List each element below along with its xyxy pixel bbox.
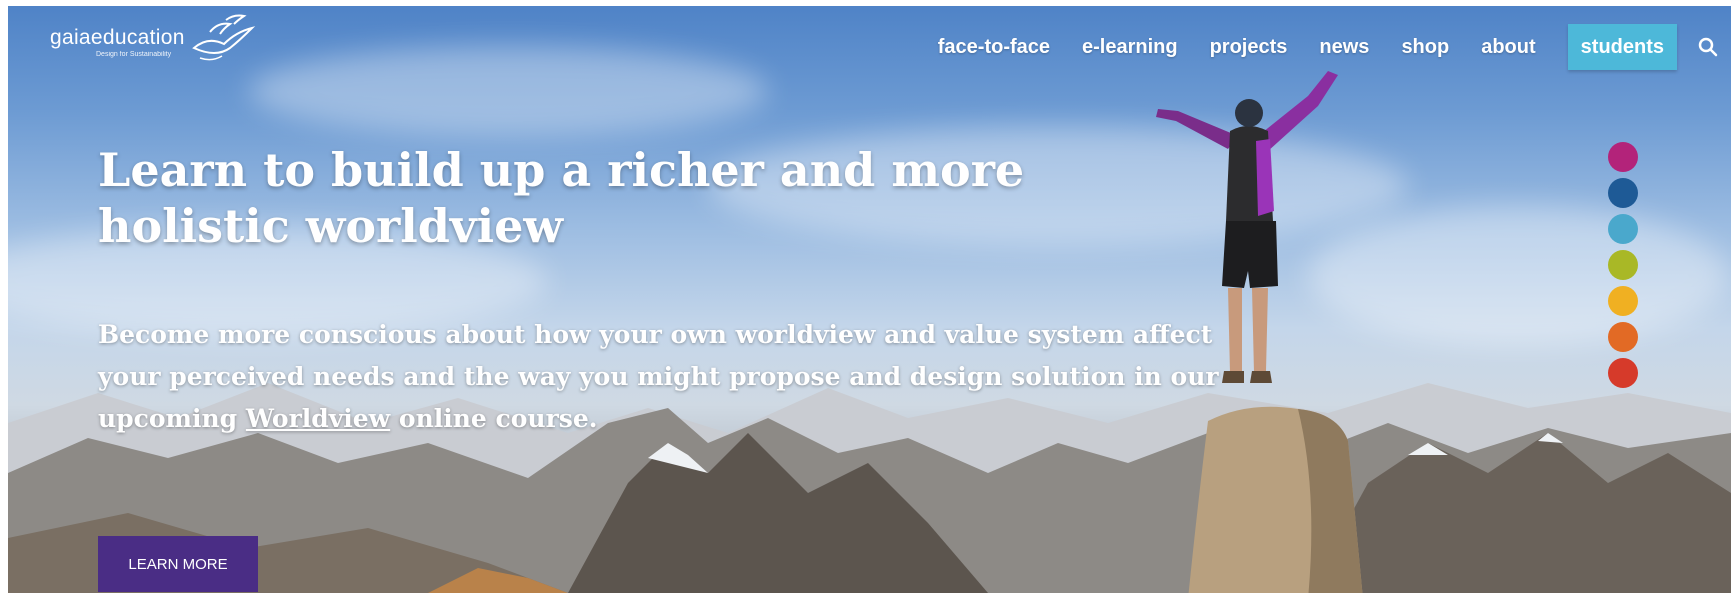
gaia-logo[interactable]: gaiaeducation Design for Sustainability <box>50 14 256 61</box>
nav-e-learning[interactable]: e-learning <box>1066 24 1194 70</box>
slide-dot-3[interactable] <box>1608 214 1638 244</box>
hero-headline: Learn to build up a richer and more holi… <box>98 142 1098 254</box>
slide-dot-6[interactable] <box>1608 322 1638 352</box>
slide-dot-1[interactable] <box>1608 142 1638 172</box>
headline-line1: Learn to build up a richer and more <box>98 143 1025 197</box>
nav-projects[interactable]: projects <box>1194 24 1304 70</box>
slide-dot-4[interactable] <box>1608 250 1638 280</box>
learn-more-button[interactable]: LEARN MORE <box>98 536 258 592</box>
hero-description: Become more conscious about how your own… <box>98 314 1248 440</box>
headline-line2: holistic worldview <box>98 199 563 253</box>
nav-about[interactable]: about <box>1465 24 1551 70</box>
nav-shop[interactable]: shop <box>1385 24 1465 70</box>
cloud <box>248 46 768 136</box>
description-text-end: online course. <box>390 404 598 433</box>
slide-indicators <box>1608 142 1638 394</box>
search-icon[interactable] <box>1697 36 1719 58</box>
logo-name: gaiaeducation <box>50 26 185 49</box>
slide-dot-2[interactable] <box>1608 178 1638 208</box>
main-nav: face-to-face e-learning projects news sh… <box>922 24 1731 70</box>
slide-dot-5[interactable] <box>1608 286 1638 316</box>
nav-news[interactable]: news <box>1303 24 1385 70</box>
logo-tagline: Design for Sustainability <box>96 51 172 58</box>
hero-banner: gaiaeducation Design for Sustainability … <box>8 6 1731 593</box>
slide-dot-7[interactable] <box>1608 358 1638 388</box>
cloud <box>1308 206 1728 346</box>
nav-students-button[interactable]: students <box>1567 24 1677 70</box>
nav-face-to-face[interactable]: face-to-face <box>922 24 1066 70</box>
worldview-link[interactable]: Worldview <box>246 404 390 433</box>
birds-icon <box>192 14 256 61</box>
